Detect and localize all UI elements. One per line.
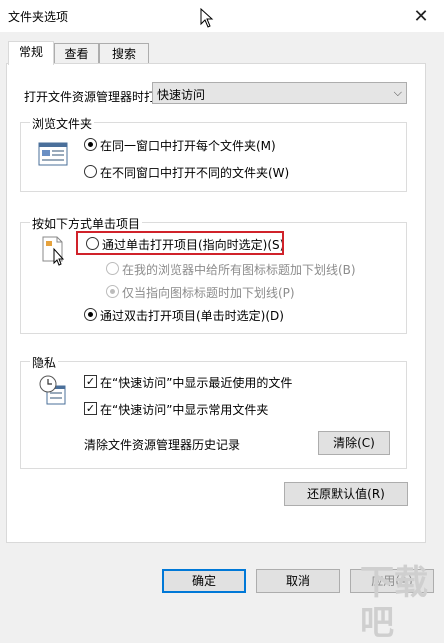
tab-view[interactable]: 查看 [54, 43, 99, 63]
open-explorer-value: 快速访问 [157, 88, 206, 102]
mouse-cursor-icon [200, 8, 214, 28]
radio-new-window-label: 在不同窗口中打开不同的文件夹(W) [100, 166, 290, 180]
highlight-box [76, 231, 284, 255]
chevron-down-icon: ⌵ [393, 86, 402, 99]
close-icon: ✕ [413, 5, 429, 27]
cancel-button[interactable]: 取消 [256, 569, 340, 593]
click-pointer-icon [42, 236, 65, 266]
checkbox-frequent-folders-label: 在“快速访问”中显示常用文件夹 [100, 403, 269, 417]
radio-underline-all[interactable] [106, 262, 119, 275]
restore-defaults-button[interactable]: 还原默认值(R) [284, 482, 408, 506]
checkbox-recent-files-label: 在“快速访问”中显示最近使用的文件 [100, 376, 293, 390]
radio-same-window-label: 在同一窗口中打开每个文件夹(M) [100, 139, 276, 153]
radio-underline-hover-label: 仅当指向图标标题时加下划线(P) [122, 286, 295, 300]
privacy-title: 隐私 [30, 354, 59, 371]
clear-button[interactable]: 清除(C) [318, 431, 390, 455]
radio-double-click[interactable] [84, 308, 97, 321]
checkbox-recent-files[interactable]: ✓ [84, 375, 97, 388]
tab-search[interactable]: 搜索 [99, 43, 149, 63]
browse-folders-title: 浏览文件夹 [30, 115, 95, 132]
click-items-title: 按如下方式单击项目 [30, 215, 143, 232]
radio-double-click-label: 通过双击打开项目(单击时选定)(D) [100, 309, 284, 323]
close-button[interactable]: ✕ [398, 0, 444, 32]
radio-same-window[interactable] [84, 138, 97, 151]
tab-view-label: 查看 [64, 47, 89, 61]
privacy-clock-icon [39, 375, 66, 405]
open-explorer-select[interactable]: 快速访问 ⌵ [152, 82, 407, 104]
tab-general-label: 常规 [18, 45, 43, 59]
browse-folders-group [20, 122, 407, 192]
radio-underline-all-label: 在我的浏览器中给所有图标标题加下划线(B) [122, 263, 356, 277]
checkbox-frequent-folders[interactable]: ✓ [84, 402, 97, 415]
ok-button[interactable]: 确定 [162, 569, 246, 593]
tab-search-label: 搜索 [111, 47, 136, 61]
radio-new-window[interactable] [84, 165, 97, 178]
open-explorer-label: 打开文件资源管理器时打 [24, 90, 157, 104]
tab-general[interactable]: 常规 [8, 41, 54, 65]
clear-history-label: 清除文件资源管理器历史记录 [84, 438, 241, 452]
radio-underline-hover[interactable] [106, 285, 119, 298]
folder-window-icon [38, 142, 68, 166]
title-bar: 文件夹选项 ✕ [0, 0, 444, 32]
window-title: 文件夹选项 [8, 10, 69, 24]
watermark-logo: 下载吧 [360, 563, 428, 643]
